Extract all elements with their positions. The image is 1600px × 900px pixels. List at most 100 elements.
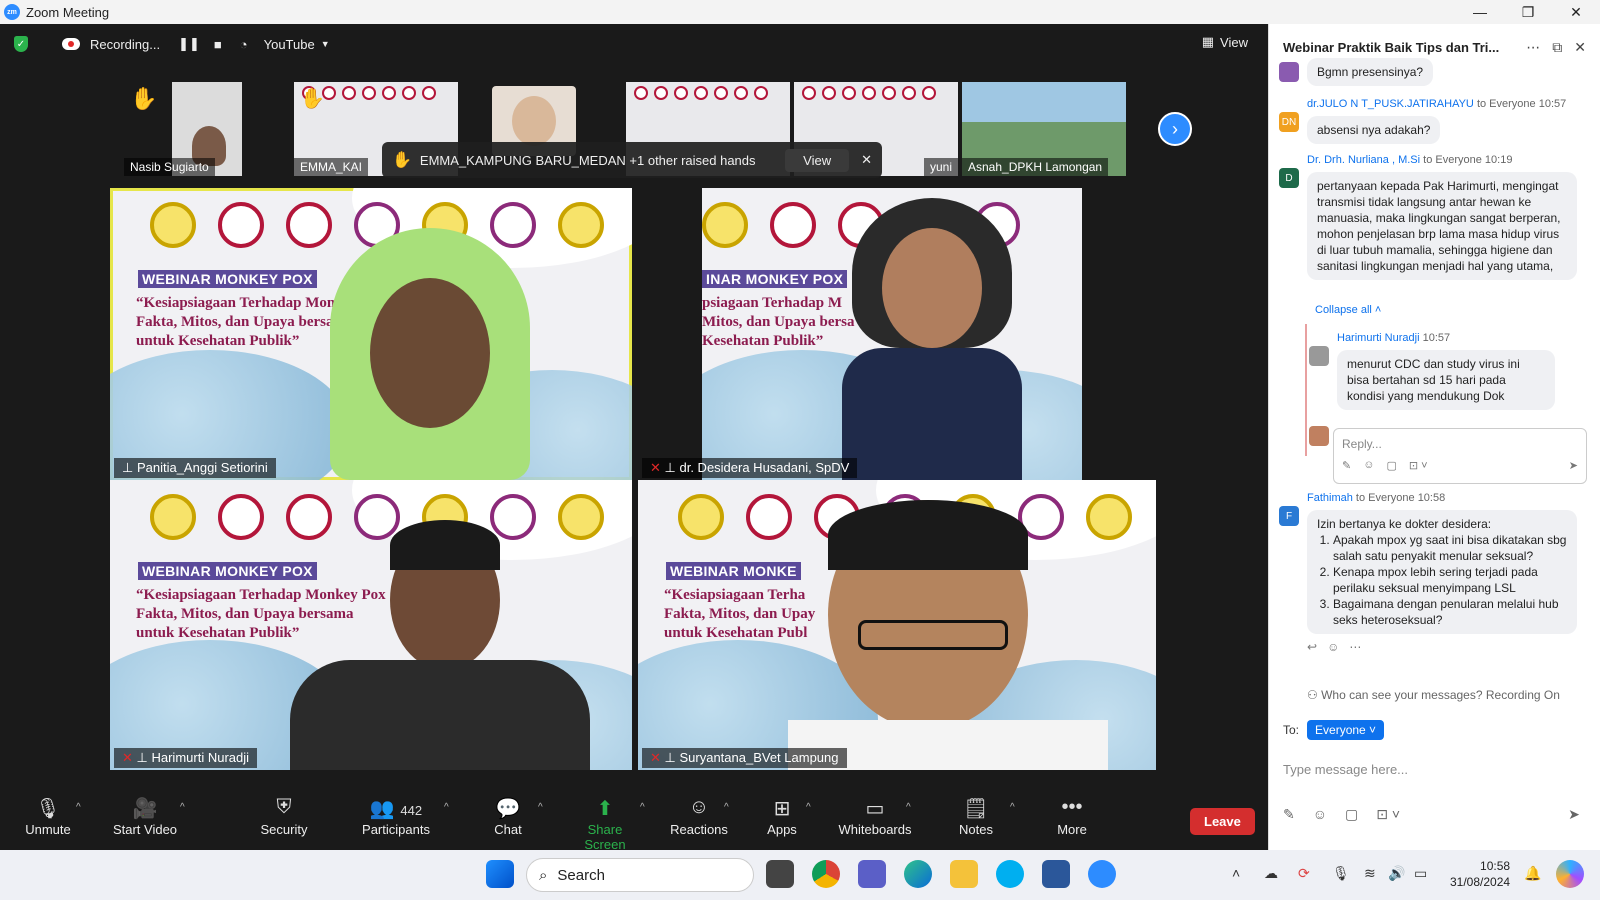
video-tile[interactable]: WEBINAR MONKEY POX “Kesiapsiagaan Terhad… — [110, 480, 632, 770]
window-title: Zoom Meeting — [26, 4, 110, 20]
wifi-icon[interactable]: ≋ — [1364, 865, 1376, 882]
search-label: Search — [557, 866, 605, 884]
whiteboards-button[interactable]: ▭ Whiteboards — [836, 796, 914, 837]
thumbnail-tile[interactable]: ✋ Nasib Sugiarto — [124, 82, 242, 176]
word-icon[interactable] — [1042, 860, 1070, 888]
send-icon[interactable]: ➤ — [1569, 459, 1578, 472]
chevron-up-icon[interactable]: ^ — [640, 802, 645, 813]
person-icon: ⚇ — [1307, 688, 1318, 702]
close-icon[interactable]: ✕ — [861, 152, 872, 168]
sync-icon[interactable]: ⟳ — [1298, 865, 1310, 882]
next-page-arrow-icon[interactable]: › — [1158, 112, 1192, 146]
taskbar-clock[interactable]: 10:58 31/08/2024 — [1450, 858, 1510, 890]
volume-icon[interactable]: 🔊 — [1388, 865, 1405, 882]
start-video-button[interactable]: 🎥 Start Video — [112, 796, 178, 837]
participant-video — [290, 520, 590, 770]
unmute-button[interactable]: 🎙 Unmute — [24, 796, 72, 837]
chevron-up-icon[interactable]: ^ — [76, 802, 81, 813]
more-dots-icon[interactable]: ⋯ — [1526, 39, 1540, 56]
chat-button[interactable]: 💬 Chat — [492, 796, 524, 837]
emoji-icon[interactable]: ☺ — [1363, 459, 1374, 472]
chrome-icon[interactable] — [812, 860, 840, 888]
chevron-up-icon[interactable]: ^ — [180, 802, 185, 813]
share-screen-button[interactable]: ⬆ Share Screen — [566, 796, 644, 852]
chevron-up-icon[interactable]: ^ — [806, 802, 811, 813]
thread-line — [1305, 324, 1307, 456]
pause-recording-button[interactable]: ❚❚ — [178, 36, 200, 52]
reactions-button[interactable]: ☺ Reactions — [670, 796, 728, 837]
screenshot-icon[interactable]: ⊡ ˅ — [1409, 459, 1428, 472]
file-icon[interactable]: ▢ — [1345, 806, 1358, 823]
video-tile[interactable]: WEBINAR MONKE “Kesiapsiagaan Terha Fakta,… — [638, 480, 1156, 770]
share-screen-icon: ⬆ — [596, 798, 614, 820]
message-meta: dr.JULO N T_PUSK.JATIRAHAYU to Everyone … — [1307, 98, 1567, 110]
reply-input[interactable]: Reply... ✎ ☺ ▢ ⊡ ˅ ➤ — [1333, 428, 1587, 484]
chevron-up-icon[interactable]: ^ — [1010, 802, 1015, 813]
video-tile[interactable]: INAR MONKEY POX psiagaan Terhadap M Mitos… — [638, 188, 1156, 480]
participants-button[interactable]: 👥 442 Participants — [358, 796, 434, 837]
chevron-down-icon: ▼ — [320, 39, 330, 49]
reply-icon[interactable]: ↩ — [1307, 640, 1317, 654]
start-button[interactable] — [486, 860, 514, 888]
participant-name: ⊥ Panitia_Anggi Setiorini — [114, 458, 276, 478]
taskbar-search[interactable]: ⌕ Search — [526, 858, 754, 892]
avatar — [1309, 426, 1329, 446]
format-icon[interactable]: ✎ — [1283, 806, 1295, 823]
chat-message: dr.JULO N T_PUSK.JATIRAHAYU to Everyone … — [1279, 98, 1588, 144]
chevron-up-icon[interactable]: ^ — [538, 802, 543, 813]
chevron-up-icon[interactable]: ^ — [444, 802, 449, 813]
recording-indicator[interactable]: Recording... — [62, 37, 160, 52]
collapse-all-link[interactable]: Collapse all ˄ — [1315, 304, 1381, 316]
edge-icon[interactable] — [904, 860, 932, 888]
format-icon[interactable]: ✎ — [1342, 459, 1351, 472]
video-tile[interactable]: WEBINAR MONKEY POX “Kesiapsiagaan Terhad… — [110, 188, 632, 480]
security-button[interactable]: ⛨ Security — [258, 796, 310, 837]
meeting-toolbar: 🎙 Unmute ^ 🎥 Start Video ^ ⛨ Security 👥 442… — [0, 790, 1268, 852]
chevron-up-icon[interactable]: ^ — [724, 802, 729, 813]
message-input[interactable]: Type message here... — [1283, 762, 1408, 777]
cloud-record-icon — [62, 38, 80, 50]
title-bar: zm Zoom Meeting — ❐ ✕ — [0, 0, 1600, 24]
thumbnail-tile[interactable]: Asnah_DPKH Lamongan — [962, 82, 1126, 176]
notes-button[interactable]: 🗒 Notes — [958, 796, 994, 837]
more-dots-icon[interactable]: ⋯ — [1349, 640, 1361, 654]
raised-hands-view-button[interactable]: View — [785, 148, 850, 172]
encryption-shield-icon[interactable]: ✓ — [14, 36, 28, 52]
live-stream-dropdown[interactable]: YouTube ▼ — [264, 37, 330, 52]
teams-icon[interactable] — [858, 860, 886, 888]
recipient-dropdown[interactable]: Everyone ˅ — [1307, 720, 1385, 740]
cloud-icon[interactable]: ☁ — [1264, 865, 1278, 882]
live-stream-icon[interactable]: ◔ — [240, 37, 248, 52]
copilot-icon[interactable] — [1556, 860, 1584, 888]
close-icon[interactable]: ✕ — [1574, 39, 1586, 56]
chevron-up-icon[interactable]: ˄ — [1232, 865, 1240, 881]
zoom-app-icon[interactable] — [1088, 860, 1116, 888]
view-label: View — [1220, 34, 1248, 50]
notification-bell-icon[interactable]: 🔔 — [1524, 865, 1541, 882]
view-button[interactable]: ▦ View — [1202, 34, 1248, 50]
stop-recording-button[interactable]: ■ — [214, 37, 222, 52]
chevron-up-icon[interactable]: ^ — [906, 802, 911, 813]
emoji-icon[interactable]: ☺ — [1327, 640, 1339, 654]
leave-button[interactable]: Leave — [1190, 808, 1255, 835]
restore-button[interactable]: ❐ — [1504, 0, 1552, 24]
minimize-button[interactable]: — — [1456, 0, 1504, 24]
apps-button[interactable]: ⊞ Apps — [766, 796, 798, 837]
avatar — [1279, 62, 1299, 82]
file-explorer-icon[interactable] — [950, 860, 978, 888]
skype-icon[interactable] — [996, 860, 1024, 888]
notes-icon: 🗒 — [963, 798, 989, 820]
battery-icon[interactable]: ▭ — [1414, 865, 1427, 882]
visibility-notice[interactable]: ⚇ Who can see your messages? Recording O… — [1307, 688, 1560, 702]
file-icon[interactable]: ▢ — [1386, 459, 1396, 472]
emoji-icon[interactable]: ☺ — [1313, 806, 1327, 823]
screenshot-icon[interactable]: ⊡ ˅ — [1376, 806, 1400, 823]
message-meta: Harimurti Nuradji 10:57 — [1337, 332, 1451, 344]
avatar: F — [1279, 506, 1299, 526]
close-window-button[interactable]: ✕ — [1552, 0, 1600, 24]
send-icon[interactable]: ➤ — [1568, 806, 1580, 823]
more-button[interactable]: ••• More — [1054, 796, 1090, 837]
task-view-icon[interactable] — [766, 860, 794, 888]
microphone-icon[interactable]: 🎙 — [1332, 865, 1350, 882]
popout-icon[interactable]: ⧉ — [1552, 39, 1562, 56]
